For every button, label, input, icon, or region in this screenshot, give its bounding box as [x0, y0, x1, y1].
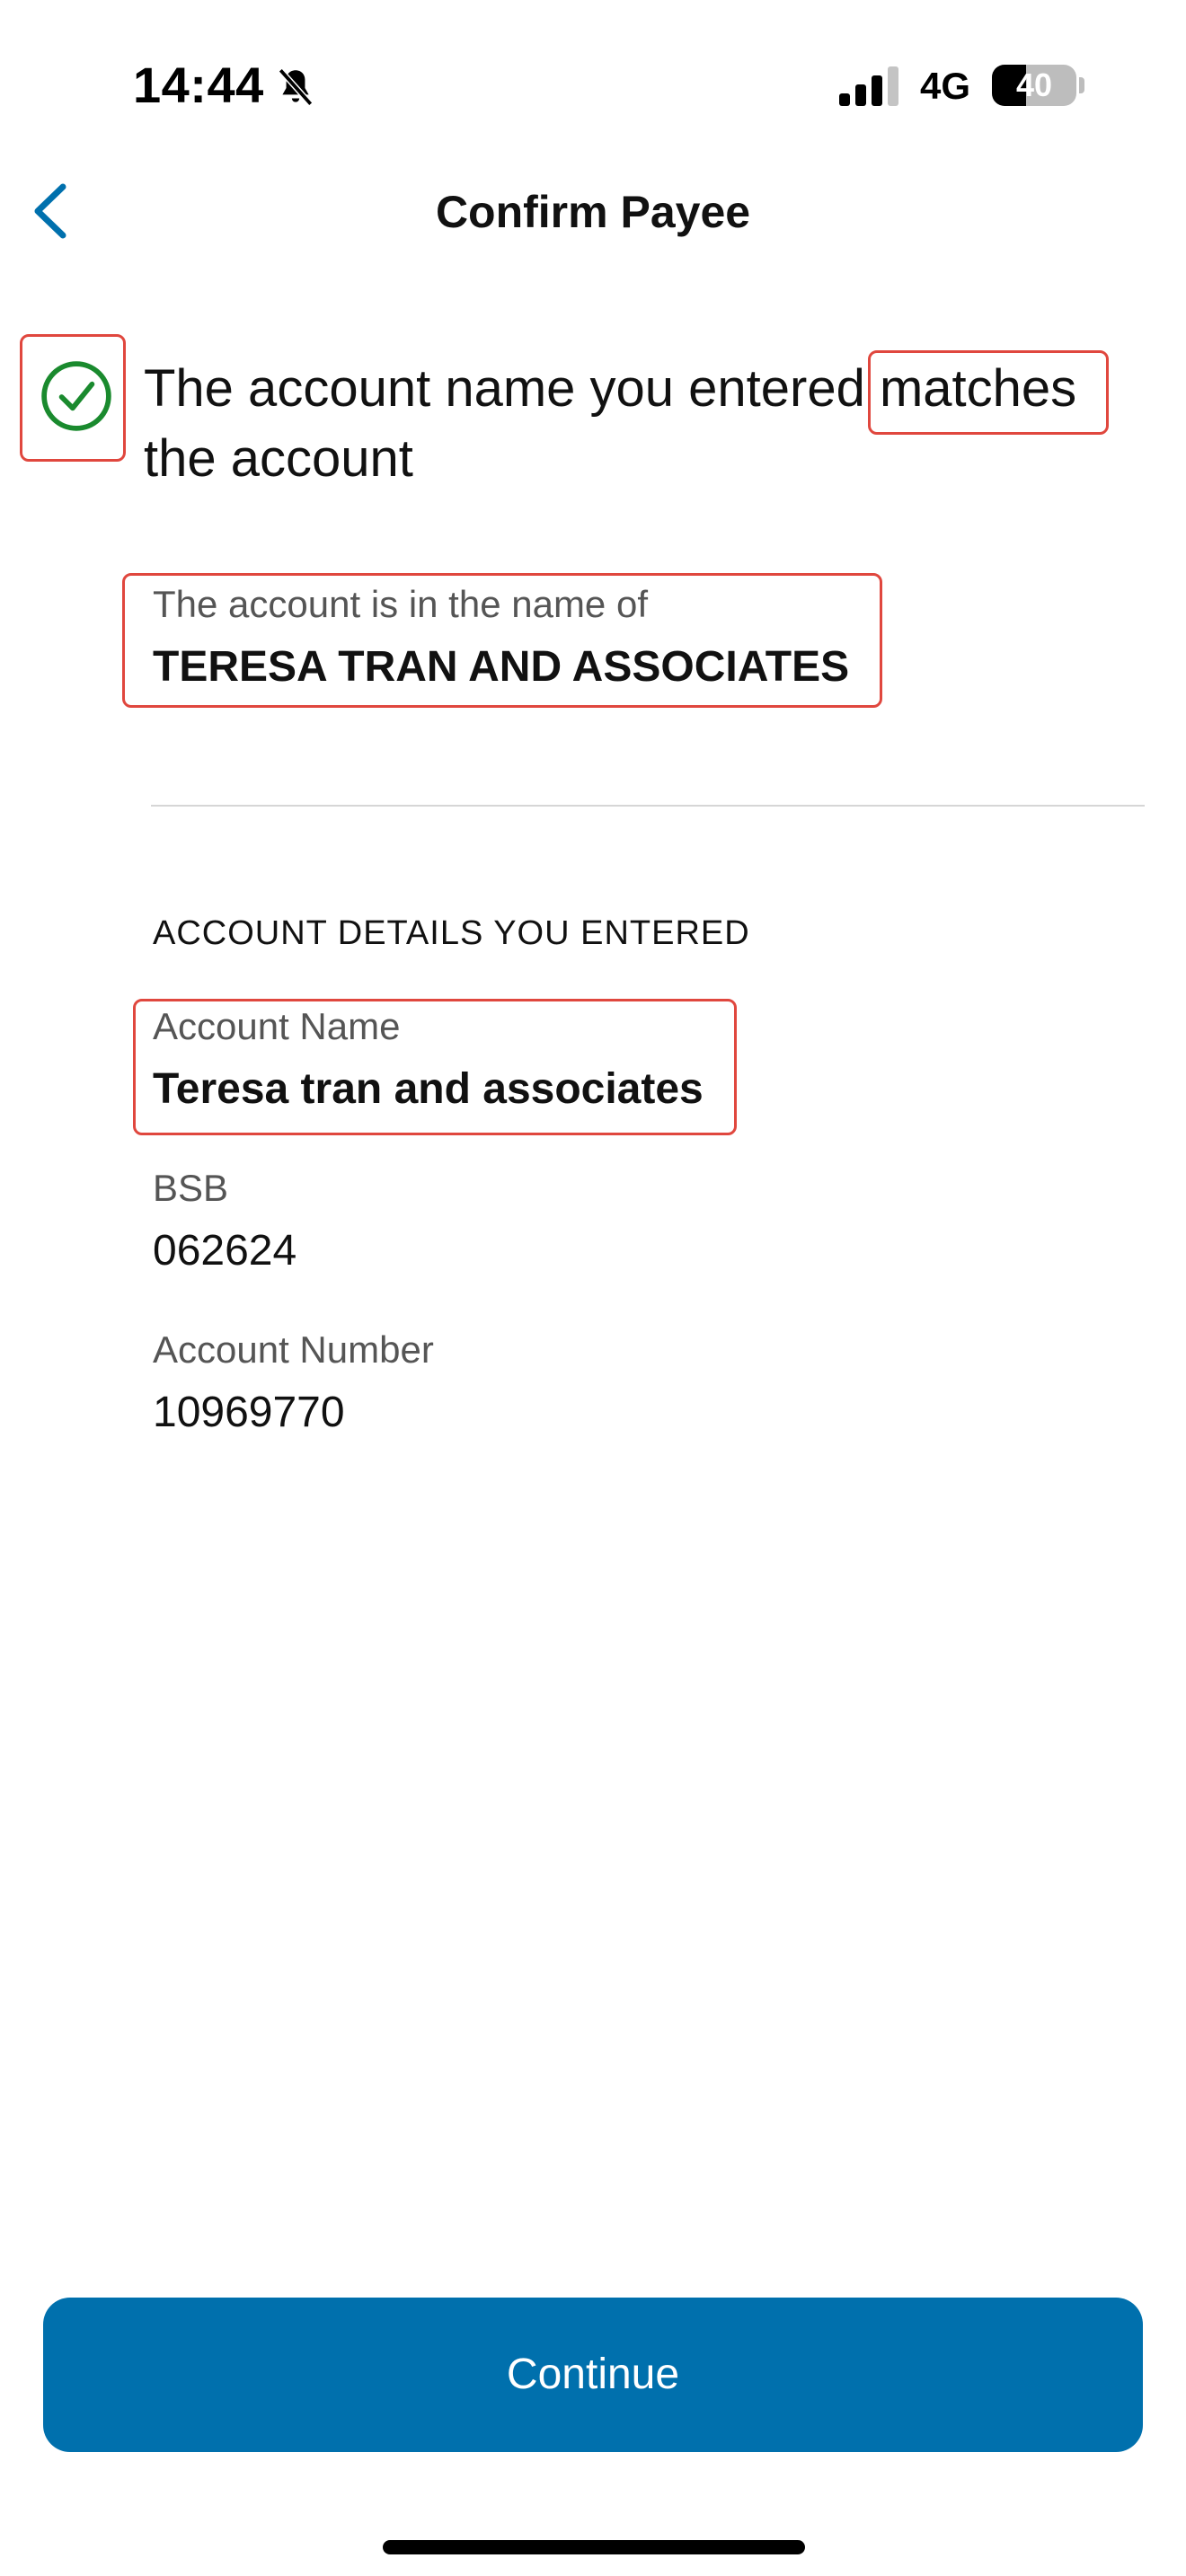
bell-slash-icon [278, 68, 314, 106]
continue-button[interactable]: Continue [43, 2298, 1143, 2452]
home-indicator [383, 2540, 805, 2554]
bsb-label: BSB [153, 1167, 229, 1209]
battery-level: 40 [1015, 66, 1053, 103]
account-holder-label: The account is in the name of [153, 583, 648, 625]
section-heading: ACCOUNT DETAILS YOU ENTERED [153, 914, 750, 952]
network-type: 4G [920, 65, 971, 107]
account-holder-name: TERESA TRAN AND ASSOCIATES [153, 643, 850, 691]
account-name-value: Teresa tran and associates [153, 1065, 704, 1113]
account-number-label: Account Number [153, 1328, 434, 1371]
page-title: Confirm Payee [435, 187, 751, 237]
battery-indicator: 40 [992, 65, 1076, 106]
divider [151, 805, 1145, 807]
highlight-matches [868, 350, 1109, 435]
account-number-value: 10969770 [153, 1389, 345, 1436]
bsb-value: 062624 [153, 1227, 297, 1275]
status-time: 14:44 [133, 57, 264, 113]
account-name-label: Account Name [153, 1005, 401, 1047]
check-circle-icon [41, 361, 111, 431]
battery-nub [1079, 77, 1084, 93]
signal-icon [839, 66, 898, 106]
